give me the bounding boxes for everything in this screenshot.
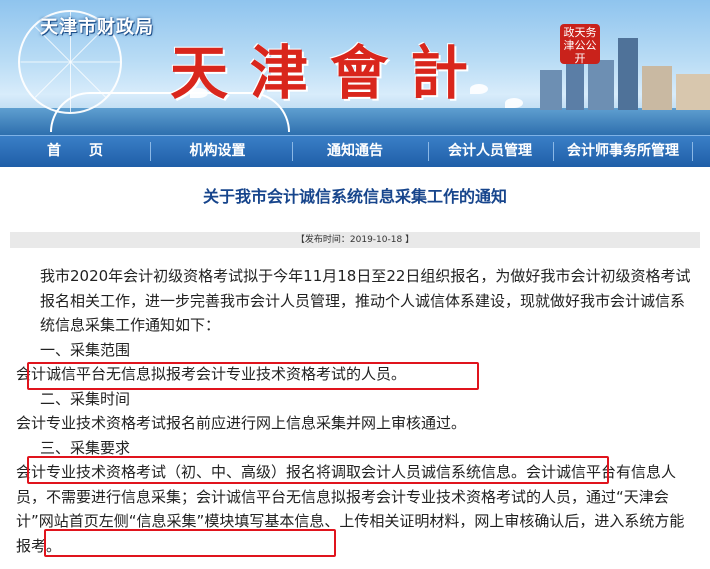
section-heading: 二、采集时间 — [40, 389, 131, 408]
highlight-box — [27, 362, 479, 390]
nav-divider — [428, 142, 429, 161]
nav-divider — [692, 142, 693, 161]
department-name: 天津市财政局 — [40, 17, 154, 38]
nav-home[interactable]: 首 页 — [20, 136, 130, 167]
nav-divider — [553, 142, 554, 161]
seal-text: 政天务津公公开 — [563, 26, 597, 65]
section-heading: 一、采集范围 — [40, 340, 131, 359]
highlight-box — [44, 529, 336, 557]
article-body: 我市2020年会计初级资格考试拟于今年11月18日至22日组织报名，为做好我市会… — [16, 264, 696, 558]
nav-firm-management[interactable]: 会计师事务所管理 — [558, 136, 688, 167]
government-affairs-seal: 政天务津公公开 — [560, 24, 600, 65]
dove-icon — [505, 98, 523, 108]
intro-paragraph: 我市2020年会计初级资格考试拟于今年11月18日至22日组织报名，为做好我市会… — [40, 267, 691, 334]
nav-accountant-management[interactable]: 会计人员管理 — [435, 136, 545, 167]
nav-divider — [150, 142, 151, 161]
site-logo-title: 天津會計 — [170, 39, 491, 107]
nav-organization[interactable]: 机构设置 — [160, 136, 275, 167]
nav-notices[interactable]: 通知通告 — [300, 136, 410, 167]
article-title: 关于我市会计诚信系统信息采集工作的通知 — [202, 187, 507, 206]
highlight-box — [27, 456, 609, 484]
time-text: 会计专业技术资格考试报名前应进行网上信息采集并网上审核通过。 — [16, 414, 467, 432]
header-banner: 天津市财政局 天津會計 政天务津公公开 — [0, 0, 710, 135]
main-nav: 首 页 机构设置 通知通告 会计人员管理 会计师事务所管理 — [0, 135, 710, 167]
nav-divider — [292, 142, 293, 161]
publish-time: 【发布时间：2019-10-18 】 — [10, 232, 700, 248]
